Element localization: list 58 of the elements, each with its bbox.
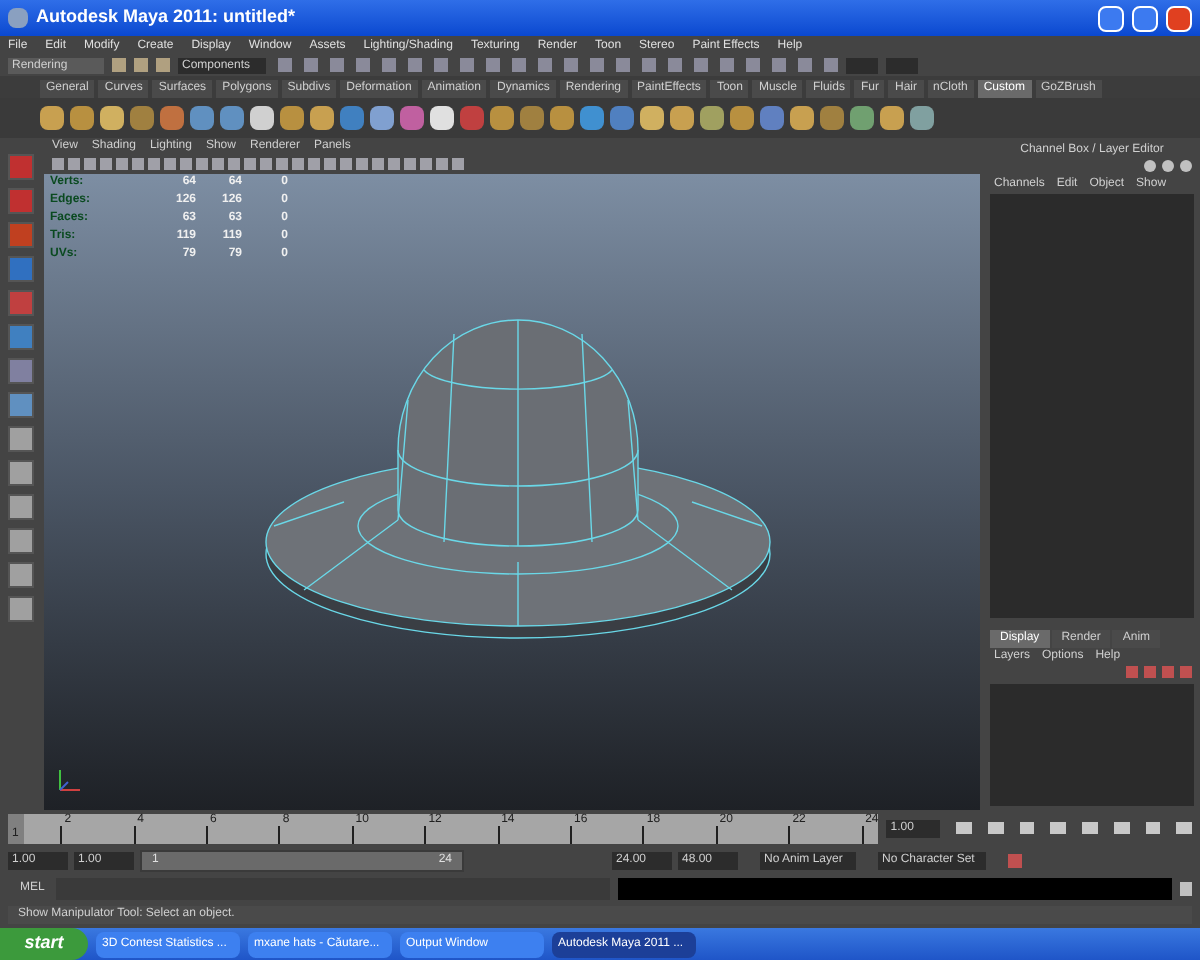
channel-box-icon[interactable] [1180,160,1192,172]
tool-icon[interactable] [7,188,33,214]
shelf-tool-icon[interactable] [310,106,334,130]
input-field[interactable] [846,57,878,73]
shelf-tool-icon[interactable] [280,106,304,130]
tool-icon[interactable] [7,426,33,452]
tool-icon[interactable] [7,324,33,350]
frame-tick [60,825,63,843]
frame-tick [570,825,572,843]
tool-icon[interactable] [7,596,33,622]
frame-tick [715,825,718,843]
tool-icon[interactable] [7,290,33,316]
shelf-tool-icon[interactable] [250,106,274,130]
shelf-tool-icon[interactable] [40,106,64,130]
frame-tick [133,825,136,843]
input-field[interactable] [886,57,918,73]
start-button[interactable]: start [0,928,88,960]
shelf-tool-icon[interactable] [370,106,394,130]
window-title: Autodesk Maya 2011: untitled* [36,4,298,31]
tool-icon[interactable] [7,358,33,384]
shelf-tool-icon[interactable] [490,106,514,130]
shelf-tool-icon[interactable] [730,106,754,130]
shelf-tool-icon[interactable] [70,106,94,130]
shelf-tool-icon[interactable] [700,106,724,130]
channel-box-icon[interactable] [1144,160,1156,172]
axis-icon [56,766,84,794]
frame-tick [351,825,354,843]
shelf-tool-icon[interactable] [910,106,934,130]
tool-icon[interactable] [7,222,33,248]
tool-icon[interactable] [7,256,33,282]
tool-icon[interactable] [7,562,33,588]
tool-icon[interactable] [7,154,33,180]
tool-icon[interactable] [7,494,33,520]
app-icon [8,8,28,28]
frame-tick [788,825,791,843]
channel-box-icon[interactable] [1162,160,1174,172]
close-button[interactable] [1166,5,1192,31]
shelf-tool-icon[interactable] [550,106,574,130]
script-editor-icon[interactable] [1180,881,1193,895]
maximize-button[interactable] [1132,5,1158,31]
tool-icon[interactable] [7,460,33,486]
shelf-tool-icon[interactable] [790,106,814,130]
shelf-tool-icon[interactable] [100,106,124,130]
frame-tick [861,825,864,843]
shelf-tool-icon[interactable] [670,106,694,130]
frame-tick [497,825,500,843]
shelf-tool-icon[interactable] [850,106,874,130]
shelf-tool-icon[interactable] [640,106,664,130]
frame-tick [278,825,281,843]
tool-icon[interactable] [7,392,33,418]
auto-key-icon[interactable] [1008,853,1022,867]
frame-tick [424,825,427,843]
shelf-tool-icon[interactable] [880,106,904,130]
frame-tick [642,825,645,843]
tool-icon[interactable] [7,528,33,554]
minimize-button[interactable] [1098,5,1124,31]
frame-tick [206,825,208,843]
shelf-tool-icon[interactable] [430,106,454,130]
